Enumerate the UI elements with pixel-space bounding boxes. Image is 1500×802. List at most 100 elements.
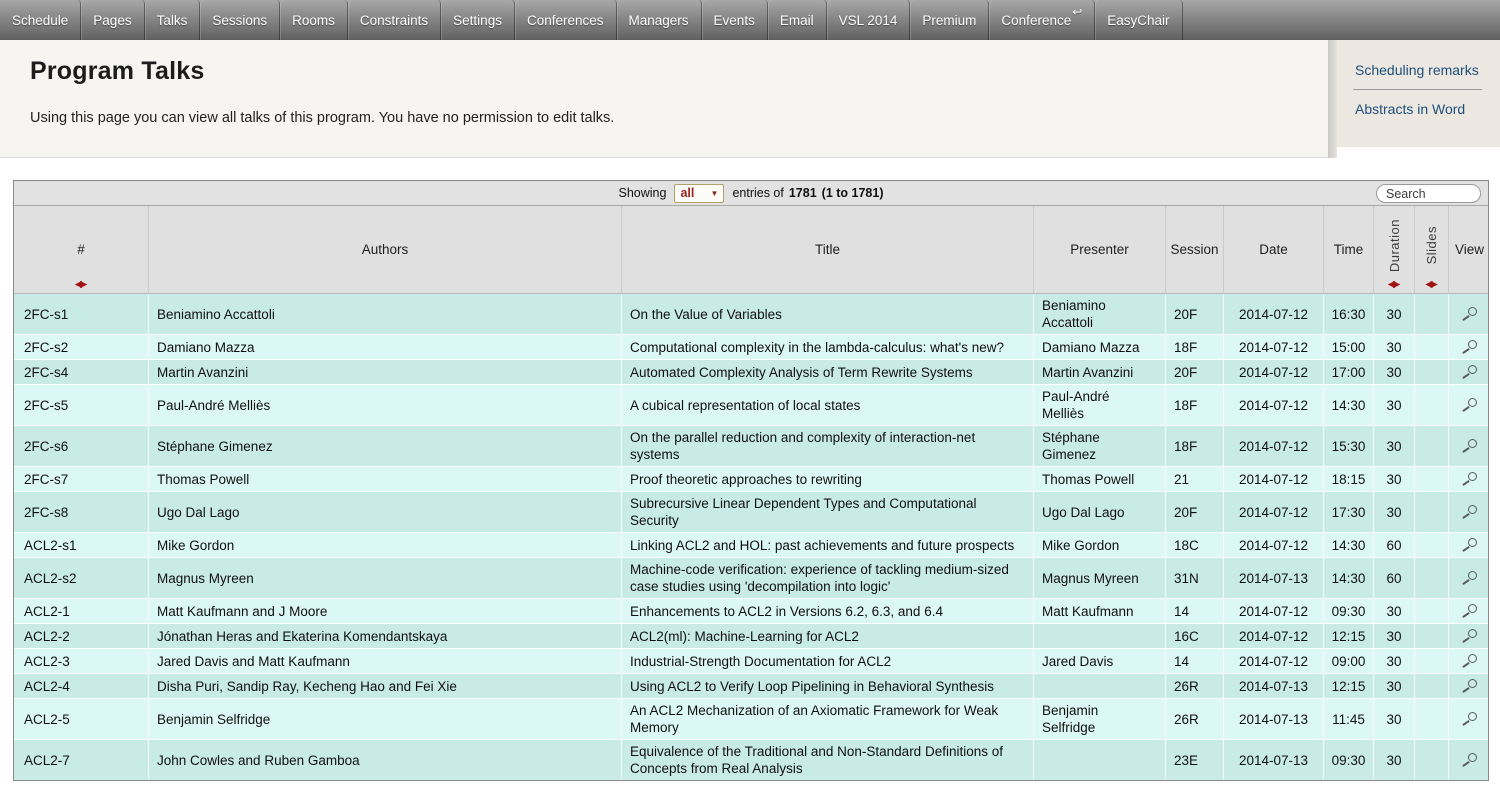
sort-control-id[interactable]: ◀▶ [75, 279, 88, 290]
cell-date: 2014-07-12 [1223, 426, 1323, 466]
nav-tab-easychair[interactable]: EasyChair [1095, 0, 1182, 40]
column-header-id: #◀▶ [14, 206, 148, 293]
cell-authors: Damiano Mazza [148, 335, 621, 359]
nav-tab-pages[interactable]: Pages [81, 0, 144, 40]
view-magnifier-icon[interactable] [1462, 629, 1478, 644]
cell-slides [1414, 492, 1448, 532]
cell-id: 2FC-s7 [14, 467, 148, 491]
cell-authors: Matt Kaufmann and J Moore [148, 599, 621, 623]
cell-date: 2014-07-12 [1223, 533, 1323, 557]
cell-session: 20F [1165, 360, 1223, 384]
view-magnifier-icon[interactable] [1462, 307, 1478, 322]
cell-session: 18C [1165, 533, 1223, 557]
column-label-slides: Slides [1424, 226, 1439, 264]
nav-tab-label: Conference [1001, 13, 1071, 28]
column-label-time: Time [1334, 242, 1364, 257]
cell-presenter: Damiano Mazza [1033, 335, 1165, 359]
cell-slides [1414, 699, 1448, 739]
view-magnifier-icon[interactable] [1462, 340, 1478, 355]
cell-date: 2014-07-12 [1223, 360, 1323, 384]
cell-title: An ACL2 Mechanization of an Axiomatic Fr… [621, 699, 1033, 739]
nav-tab-constraints[interactable]: Constraints [348, 0, 441, 40]
table-row-2fc-s6: 2FC-s6Stéphane GimenezOn the parallel re… [14, 425, 1488, 466]
cell-title: Enhancements to ACL2 in Versions 6.2, 6.… [621, 599, 1033, 623]
nav-tab-conferences[interactable]: Conferences [515, 0, 617, 40]
cell-time: 12:15 [1323, 624, 1373, 648]
sort-control-duration[interactable]: ◀▶ [1388, 279, 1401, 290]
nav-tab-schedule[interactable]: Schedule [0, 0, 81, 40]
nav-tab-vsl-2014[interactable]: VSL 2014 [827, 0, 911, 40]
cell-presenter [1033, 674, 1165, 698]
column-header-duration: Duration◀▶ [1373, 206, 1414, 293]
cell-title: Subrecursive Linear Dependent Types and … [621, 492, 1033, 532]
cell-duration: 30 [1373, 294, 1414, 334]
table-row-2fc-s2: 2FC-s2Damiano MazzaComputational complex… [14, 334, 1488, 359]
cell-title: Automated Complexity Analysis of Term Re… [621, 360, 1033, 384]
cell-session: 20F [1165, 492, 1223, 532]
page-size-select[interactable]: all ▼ [674, 184, 724, 203]
view-magnifier-icon[interactable] [1462, 472, 1478, 487]
table-row-acl2-7: ACL2-7John Cowles and Ruben GamboaEquiva… [14, 739, 1488, 780]
cell-duration: 60 [1373, 533, 1414, 557]
view-magnifier-icon[interactable] [1462, 365, 1478, 380]
view-magnifier-icon[interactable] [1462, 712, 1478, 727]
cell-title: On the Value of Variables [621, 294, 1033, 334]
cell-session: 21 [1165, 467, 1223, 491]
sort-control-slides[interactable]: ◀▶ [1425, 279, 1438, 290]
nav-tab-managers[interactable]: Managers [617, 0, 702, 40]
cell-authors: Jared Davis and Matt Kaufmann [148, 649, 621, 673]
cell-id: 2FC-s4 [14, 360, 148, 384]
cell-session: 14 [1165, 599, 1223, 623]
cell-id: 2FC-s5 [14, 385, 148, 425]
view-magnifier-icon[interactable] [1462, 571, 1478, 586]
scheduling-remarks-link[interactable]: Scheduling remarks [1337, 60, 1500, 80]
view-magnifier-icon[interactable] [1462, 538, 1478, 553]
total-entries: 1781 [789, 186, 817, 200]
cell-title: Proof theoretic approaches to rewriting [621, 467, 1033, 491]
nav-tab-label: EasyChair [1107, 13, 1169, 28]
return-arrow-icon: ↩ [1072, 5, 1082, 19]
nav-tab-conference[interactable]: Conference↩ [989, 0, 1095, 40]
view-magnifier-icon[interactable] [1462, 604, 1478, 619]
view-magnifier-icon[interactable] [1462, 505, 1478, 520]
column-header-authors: Authors [148, 206, 621, 293]
search-input[interactable] [1376, 184, 1481, 203]
cell-id: ACL2-1 [14, 599, 148, 623]
entries-label: entries of [732, 186, 783, 200]
view-magnifier-icon[interactable] [1462, 398, 1478, 413]
cell-presenter: Mike Gordon [1033, 533, 1165, 557]
cell-session: 14 [1165, 649, 1223, 673]
view-magnifier-icon[interactable] [1462, 439, 1478, 454]
cell-view [1448, 599, 1490, 623]
column-label-date: Date [1259, 242, 1288, 257]
cell-duration: 30 [1373, 492, 1414, 532]
cell-id: ACL2-s2 [14, 558, 148, 598]
cell-date: 2014-07-12 [1223, 335, 1323, 359]
cell-presenter: Beniamino Accattoli [1033, 294, 1165, 334]
column-header-session: Session [1165, 206, 1223, 293]
view-magnifier-icon[interactable] [1462, 753, 1478, 768]
view-magnifier-icon[interactable] [1462, 679, 1478, 694]
nav-tab-talks[interactable]: Talks [145, 0, 201, 40]
column-label-session: Session [1170, 242, 1218, 257]
cell-title: Machine-code verification: experience of… [621, 558, 1033, 598]
cell-session: 18F [1165, 426, 1223, 466]
nav-tab-settings[interactable]: Settings [441, 0, 515, 40]
nav-tab-events[interactable]: Events [702, 0, 768, 40]
cell-time: 16:30 [1323, 294, 1373, 334]
nav-tab-label: Email [780, 13, 814, 28]
nav-tab-premium[interactable]: Premium [910, 0, 989, 40]
nav-tab-sessions[interactable]: Sessions [200, 0, 280, 40]
cell-authors: Beniamino Accattoli [148, 294, 621, 334]
page-subtitle: Using this page you can view all talks o… [30, 110, 1328, 126]
table-row-acl2-s1: ACL2-s1Mike GordonLinking ACL2 and HOL: … [14, 532, 1488, 557]
table-header-row: #◀▶AuthorsTitlePresenterSessionDateTimeD… [14, 206, 1488, 294]
cell-slides [1414, 533, 1448, 557]
cell-session: 18F [1165, 335, 1223, 359]
view-magnifier-icon[interactable] [1462, 654, 1478, 669]
abstracts-in-word-link[interactable]: Abstracts in Word [1337, 99, 1500, 119]
cell-title: Equivalence of the Traditional and Non-S… [621, 740, 1033, 780]
nav-tab-rooms[interactable]: Rooms [280, 0, 348, 40]
nav-tab-email[interactable]: Email [768, 0, 827, 40]
cell-presenter [1033, 740, 1165, 780]
